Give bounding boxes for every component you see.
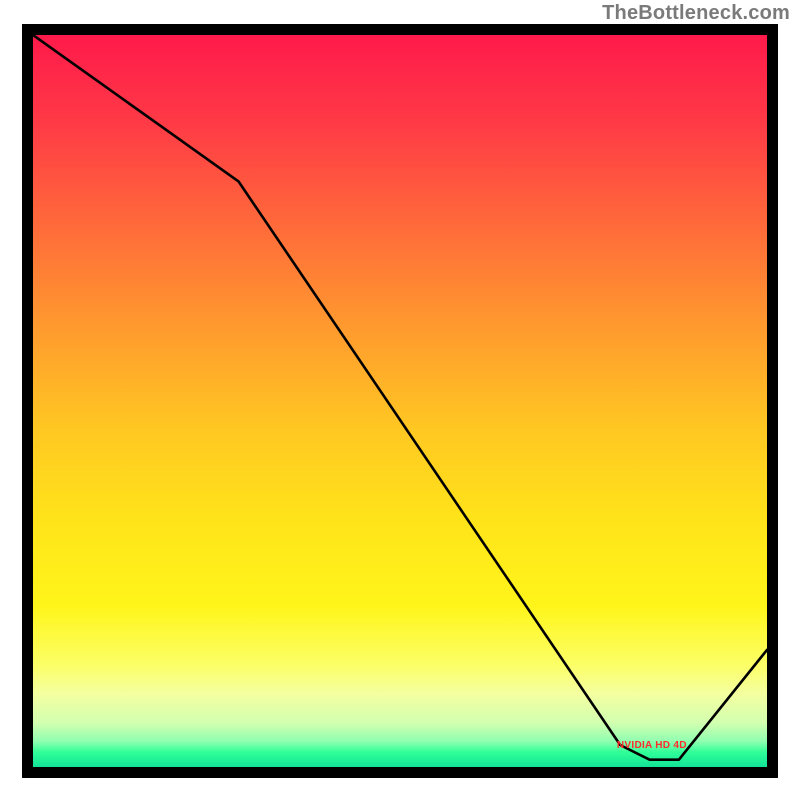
watermark-text: TheBottleneck.com xyxy=(602,2,790,25)
curve-svg xyxy=(33,35,767,767)
curve-min-label: NVIDIA HD 4D xyxy=(617,740,687,751)
bottleneck-curve-line xyxy=(33,35,767,760)
chart-container: TheBottleneck.com NVIDIA HD 4D xyxy=(0,0,800,800)
plot-frame: NVIDIA HD 4D xyxy=(22,24,778,778)
